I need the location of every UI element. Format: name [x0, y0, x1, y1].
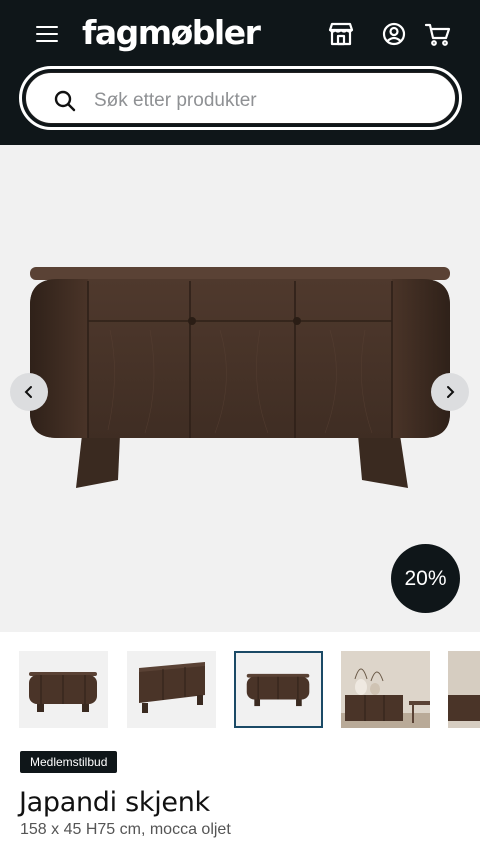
thumbnail-2[interactable]	[127, 651, 216, 728]
cart-icon[interactable]	[423, 19, 453, 49]
search-icon[interactable]	[53, 89, 77, 113]
product-title: Japandi skjenk	[19, 787, 210, 818]
gallery-prev-button[interactable]	[10, 373, 48, 411]
search-bar	[19, 66, 462, 130]
site-logo[interactable]: fagmøbler	[82, 10, 261, 56]
account-icon[interactable]	[379, 19, 409, 49]
member-offer-badge: Medlemstilbud	[20, 751, 118, 773]
product-subtitle: 158 x 45 H75 cm, mocca oljet	[20, 821, 231, 838]
site-header: fagmøbler	[0, 0, 480, 145]
store-icon[interactable]	[326, 19, 356, 49]
thumbnail-4[interactable]	[341, 651, 430, 728]
thumbnail-5[interactable]	[448, 651, 480, 728]
product-gallery: 20%	[0, 145, 480, 632]
thumbnail-strip	[0, 648, 480, 732]
chevron-right-icon	[447, 386, 455, 398]
gallery-next-button[interactable]	[431, 373, 469, 411]
thumbnail-3[interactable]	[234, 651, 323, 728]
chevron-left-icon	[24, 386, 32, 398]
discount-badge: 20%	[391, 544, 460, 613]
search-field[interactable]	[25, 72, 456, 124]
menu-icon[interactable]	[30, 20, 64, 48]
search-input[interactable]	[94, 81, 424, 121]
thumbnail-1[interactable]	[19, 651, 108, 728]
